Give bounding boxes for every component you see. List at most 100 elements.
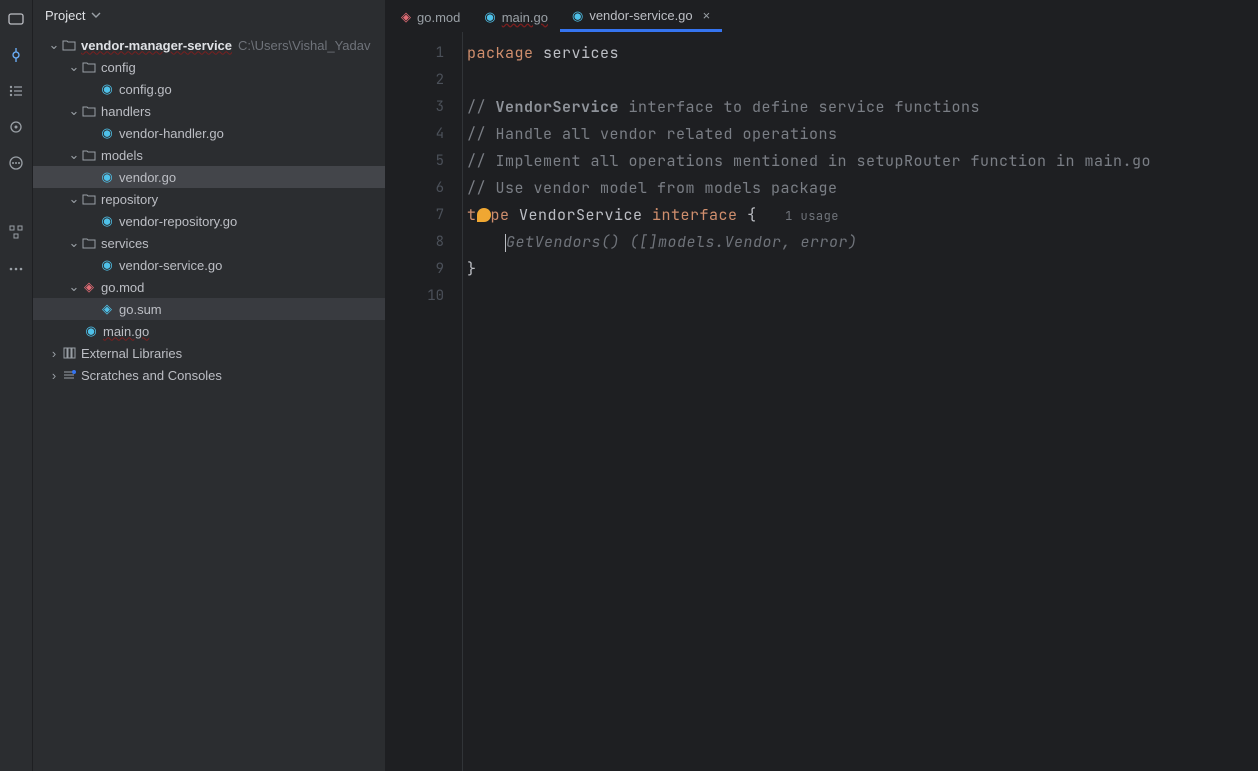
tree-scratches[interactable]: › Scratches and Consoles bbox=[33, 364, 385, 386]
tree-folder-config[interactable]: ⌄ config bbox=[33, 56, 385, 78]
tree-file-handler[interactable]: ◉ vendor-handler.go bbox=[33, 122, 385, 144]
go-file-icon: ◉ bbox=[83, 323, 99, 339]
go-file-icon: ◉ bbox=[484, 9, 495, 25]
tree-label: services bbox=[101, 236, 149, 251]
line-number: 4 bbox=[385, 121, 462, 148]
tree-label: go.mod bbox=[101, 280, 144, 295]
identifier: services bbox=[534, 43, 620, 63]
line-number: 10 bbox=[385, 283, 462, 310]
gomod-icon: ◈ bbox=[81, 279, 97, 295]
tree-label: handlers bbox=[101, 104, 151, 119]
go-file-icon: ◉ bbox=[99, 213, 115, 229]
editor-tabs: ◈ go.mod ◉ main.go ◉ vendor-service.go × bbox=[385, 0, 1258, 32]
code-line: // Handle all vendor related operations bbox=[463, 121, 1258, 148]
brace: } bbox=[467, 259, 477, 279]
folder-icon bbox=[81, 237, 97, 249]
tab-label: vendor-service.go bbox=[589, 8, 692, 23]
ellipsis-icon[interactable] bbox=[7, 260, 25, 278]
code-line bbox=[463, 67, 1258, 94]
more-tool-icon[interactable] bbox=[7, 154, 25, 172]
project-tool-icon[interactable] bbox=[7, 10, 25, 28]
tree-file-repository[interactable]: ◉ vendor-repository.go bbox=[33, 210, 385, 232]
usage-hint[interactable]: 1 usage bbox=[785, 208, 839, 224]
line-number: 3 bbox=[385, 94, 462, 121]
project-header[interactable]: Project bbox=[33, 0, 385, 30]
editor: ◈ go.mod ◉ main.go ◉ vendor-service.go ×… bbox=[385, 0, 1258, 771]
tree-gomod[interactable]: ⌄ ◈ go.mod bbox=[33, 276, 385, 298]
line-number: 7 bbox=[385, 202, 462, 229]
keyword: pe bbox=[491, 205, 520, 225]
tree-label: repository bbox=[101, 192, 158, 207]
line-number: 9 bbox=[385, 256, 462, 283]
keyword: interface bbox=[652, 205, 738, 225]
commit-tool-icon[interactable] bbox=[7, 46, 25, 64]
tree-label: go.sum bbox=[119, 302, 162, 317]
folder-icon bbox=[81, 149, 97, 161]
comment: // Implement all operations mentioned in… bbox=[467, 151, 1151, 171]
keyword: package bbox=[467, 43, 534, 63]
tree-folder-services[interactable]: ⌄ services bbox=[33, 232, 385, 254]
code-line: package services bbox=[463, 40, 1258, 67]
structure-tool-icon[interactable] bbox=[7, 82, 25, 100]
tree-folder-models[interactable]: ⌄ models bbox=[33, 144, 385, 166]
tree-root-path: C:\Users\Vishal_Yadav bbox=[238, 38, 370, 53]
line-number: 5 bbox=[385, 148, 462, 175]
folder-icon bbox=[61, 39, 77, 51]
tree-file-main[interactable]: ◉ main.go bbox=[33, 320, 385, 342]
tab-main[interactable]: ◉ main.go bbox=[472, 2, 560, 32]
chevron-down-icon: ⌄ bbox=[67, 235, 81, 251]
tree-label: models bbox=[101, 148, 143, 163]
chevron-down-icon: ⌄ bbox=[67, 147, 81, 163]
scratches-icon bbox=[61, 369, 77, 381]
folder-icon bbox=[81, 105, 97, 117]
code-line bbox=[463, 283, 1258, 310]
tree-root[interactable]: ⌄ vendor-manager-service C:\Users\Vishal… bbox=[33, 34, 385, 56]
go-file-icon: ◉ bbox=[572, 8, 583, 24]
chevron-right-icon: › bbox=[47, 368, 61, 383]
tree-folder-repository[interactable]: ⌄ repository bbox=[33, 188, 385, 210]
project-tree: ⌄ vendor-manager-service C:\Users\Vishal… bbox=[33, 30, 385, 771]
tree-folder-handlers[interactable]: ⌄ handlers bbox=[33, 100, 385, 122]
go-file-icon: ◉ bbox=[99, 169, 115, 185]
services-tool-icon[interactable] bbox=[7, 118, 25, 136]
chevron-down-icon bbox=[91, 10, 101, 20]
code-line: tpe VendorService interface { 1 usage bbox=[463, 202, 1258, 229]
close-icon[interactable]: × bbox=[703, 8, 711, 23]
chevron-down-icon: ⌄ bbox=[67, 59, 81, 75]
tab-gomod[interactable]: ◈ go.mod bbox=[389, 2, 472, 32]
tree-file-service[interactable]: ◉ vendor-service.go bbox=[33, 254, 385, 276]
tree-label: config bbox=[101, 60, 136, 75]
tab-vendor-service[interactable]: ◉ vendor-service.go × bbox=[560, 2, 722, 32]
tree-file-config[interactable]: ◉ config.go bbox=[33, 78, 385, 100]
project-panel: Project ⌄ vendor-manager-service C:\User… bbox=[33, 0, 385, 771]
chevron-down-icon: ⌄ bbox=[47, 37, 61, 53]
gutter: 1 2 3 4 5 6 7 8 9 10 bbox=[385, 32, 463, 771]
intention-bulb-icon[interactable] bbox=[477, 208, 491, 222]
db-tool-icon[interactable] bbox=[7, 224, 25, 242]
tree-file-vendor-model[interactable]: ◉ vendor.go bbox=[33, 166, 385, 188]
tab-label: go.mod bbox=[417, 10, 460, 25]
tree-external-libraries[interactable]: › External Libraries bbox=[33, 342, 385, 364]
identifier: VendorService bbox=[519, 205, 652, 225]
code-line: // Use vendor model from models package bbox=[463, 175, 1258, 202]
tree-file-gosum[interactable]: ◈ go.sum bbox=[33, 298, 385, 320]
code-line: } bbox=[463, 256, 1258, 283]
line-number: 6 bbox=[385, 175, 462, 202]
tree-label: main.go bbox=[103, 324, 149, 339]
chevron-right-icon: › bbox=[47, 346, 61, 361]
go-file-icon: ◉ bbox=[99, 81, 115, 97]
code-line: // VendorService interface to define ser… bbox=[463, 94, 1258, 121]
tool-window-bar bbox=[0, 0, 33, 771]
folder-icon bbox=[81, 193, 97, 205]
keyword: t bbox=[467, 205, 477, 225]
go-file-icon: ◉ bbox=[99, 125, 115, 141]
code-content[interactable]: package services // VendorService interf… bbox=[463, 32, 1258, 771]
chevron-down-icon: ⌄ bbox=[67, 279, 81, 295]
tree-root-label: vendor-manager-service bbox=[81, 38, 232, 53]
chevron-down-icon: ⌄ bbox=[67, 191, 81, 207]
comment: // bbox=[467, 97, 496, 117]
tree-label: vendor-handler.go bbox=[119, 126, 224, 141]
gomod-icon: ◈ bbox=[401, 9, 411, 25]
folder-icon bbox=[81, 61, 97, 73]
line-number: 2 bbox=[385, 67, 462, 94]
